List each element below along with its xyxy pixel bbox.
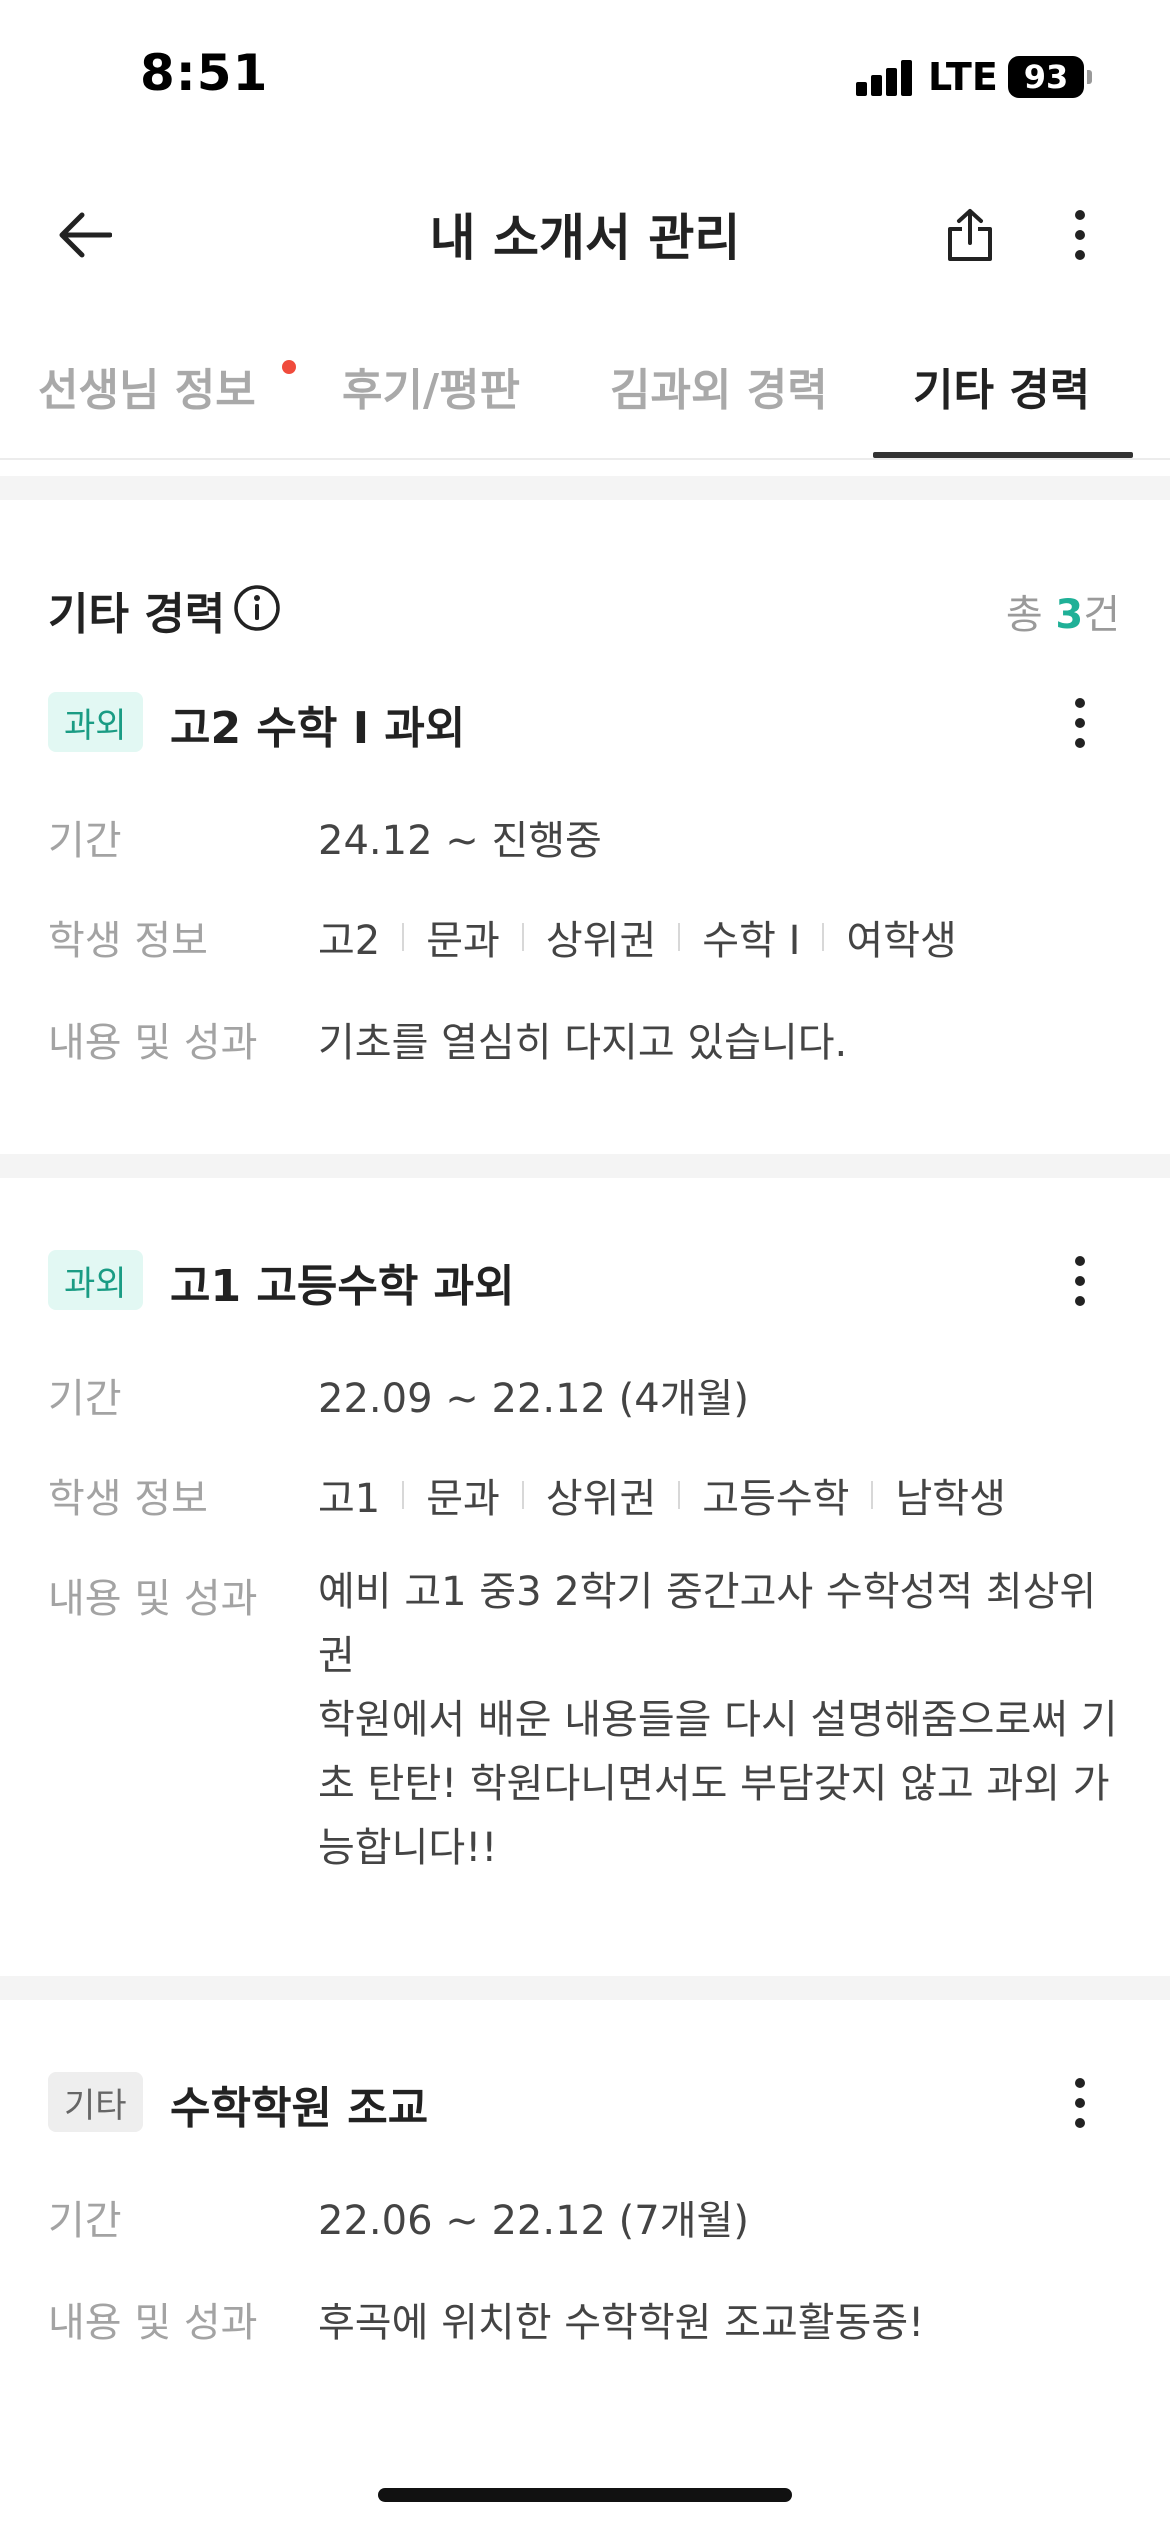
app-bar: 내 소개서 관리 xyxy=(0,170,1170,290)
more-vertical-icon xyxy=(1075,1256,1085,1306)
period-value: 24.12 ~ 진행중 xyxy=(318,818,602,864)
count-number: 3 xyxy=(1055,592,1084,638)
student-info-label: 학생 정보 xyxy=(48,1476,208,1522)
card-more-button[interactable] xyxy=(1040,2058,1120,2148)
student-tag: 문과 xyxy=(426,918,500,964)
status-bar: 8:51 LTE 93 xyxy=(0,0,1170,150)
category-badge: 과외 xyxy=(48,692,143,752)
page: 8:51 LTE 93 내 소개서 관리 선생님 정보 후기/평판 김과외 경력… xyxy=(0,0,1170,2532)
student-tag: 고1 xyxy=(318,1476,381,1522)
card-divider xyxy=(0,1154,1170,1178)
more-vertical-icon xyxy=(1075,698,1085,748)
share-icon xyxy=(948,209,992,261)
period-label: 기간 xyxy=(48,1376,122,1422)
section-title: 기타 경력 xyxy=(48,589,226,640)
period-label: 기간 xyxy=(48,818,122,864)
student-tags: 고1 문과 상위권 고등수학 남학생 xyxy=(318,1466,1006,1524)
student-tag: 고2 xyxy=(318,918,381,964)
content-value: 예비 고1 중3 2학기 중간고사 수학성적 최상위권 학원에서 배운 내용들을 … xyxy=(318,1569,1118,1871)
active-tab-indicator xyxy=(873,452,1133,458)
tab-other-career[interactable]: 기타 경력 xyxy=(913,354,1090,418)
tab-teacher-info[interactable]: 선생님 정보 xyxy=(38,354,256,418)
more-vertical-icon xyxy=(1075,2078,1085,2128)
category-badge: 과외 xyxy=(48,1250,143,1310)
student-tag: 여학생 xyxy=(846,918,957,964)
student-info-label: 학생 정보 xyxy=(48,918,208,964)
more-vertical-icon xyxy=(1075,210,1085,260)
content-value: 후곡에 위치한 수학학원 조교활동중! xyxy=(318,2300,925,2346)
student-tag: 상위권 xyxy=(545,1476,657,1522)
signal-icon xyxy=(856,60,912,96)
tab-bar: 선생님 정보 후기/평판 김과외 경력 기타 경력 xyxy=(0,340,1170,460)
student-tag: 고등수학 xyxy=(702,1476,850,1522)
tab-kimgwaoe-career[interactable]: 김과외 경력 xyxy=(610,354,828,418)
student-tags: 고2 문과 상위권 수학 I 여학생 xyxy=(318,908,957,966)
card-divider xyxy=(0,1976,1170,2000)
section-divider xyxy=(0,476,1170,500)
card-more-button[interactable] xyxy=(1040,1236,1120,1326)
period-label: 기간 xyxy=(48,2198,122,2244)
content-label: 내용 및 성과 xyxy=(48,1020,258,1066)
content-label: 내용 및 성과 xyxy=(48,1576,258,1622)
period-value: 22.06 ~ 22.12 (7개월) xyxy=(318,2198,749,2244)
battery-level: 93 xyxy=(1008,56,1084,98)
card-title: 고1 고등수학 과외 xyxy=(170,1261,515,1312)
content-value: 기초를 열심히 다지고 있습니다. xyxy=(318,1020,848,1066)
student-tag: 상위권 xyxy=(545,918,657,964)
more-options-button[interactable] xyxy=(1040,190,1120,280)
student-tag: 문과 xyxy=(426,1476,500,1522)
tab-reviews[interactable]: 후기/평판 xyxy=(342,354,520,418)
period-value: 22.09 ~ 22.12 (4개월) xyxy=(318,1376,749,1422)
battery-icon: 93 xyxy=(1008,56,1092,98)
content-label: 내용 및 성과 xyxy=(48,2300,258,2346)
category-badge: 기타 xyxy=(48,2072,143,2132)
share-button[interactable] xyxy=(930,190,1010,280)
card-more-button[interactable] xyxy=(1040,678,1120,768)
student-tag: 남학생 xyxy=(895,1476,1006,1522)
notification-dot xyxy=(282,360,296,374)
home-indicator xyxy=(378,2488,792,2502)
network-type: LTE xyxy=(928,55,998,99)
status-time: 8:51 xyxy=(140,44,269,102)
card-title: 고2 수학 I 과외 xyxy=(170,703,466,754)
card-title: 수학학원 조교 xyxy=(170,2083,429,2134)
total-count: 총 3건 xyxy=(1005,592,1120,638)
student-tag: 수학 I xyxy=(702,918,801,964)
info-icon[interactable] xyxy=(232,583,282,633)
